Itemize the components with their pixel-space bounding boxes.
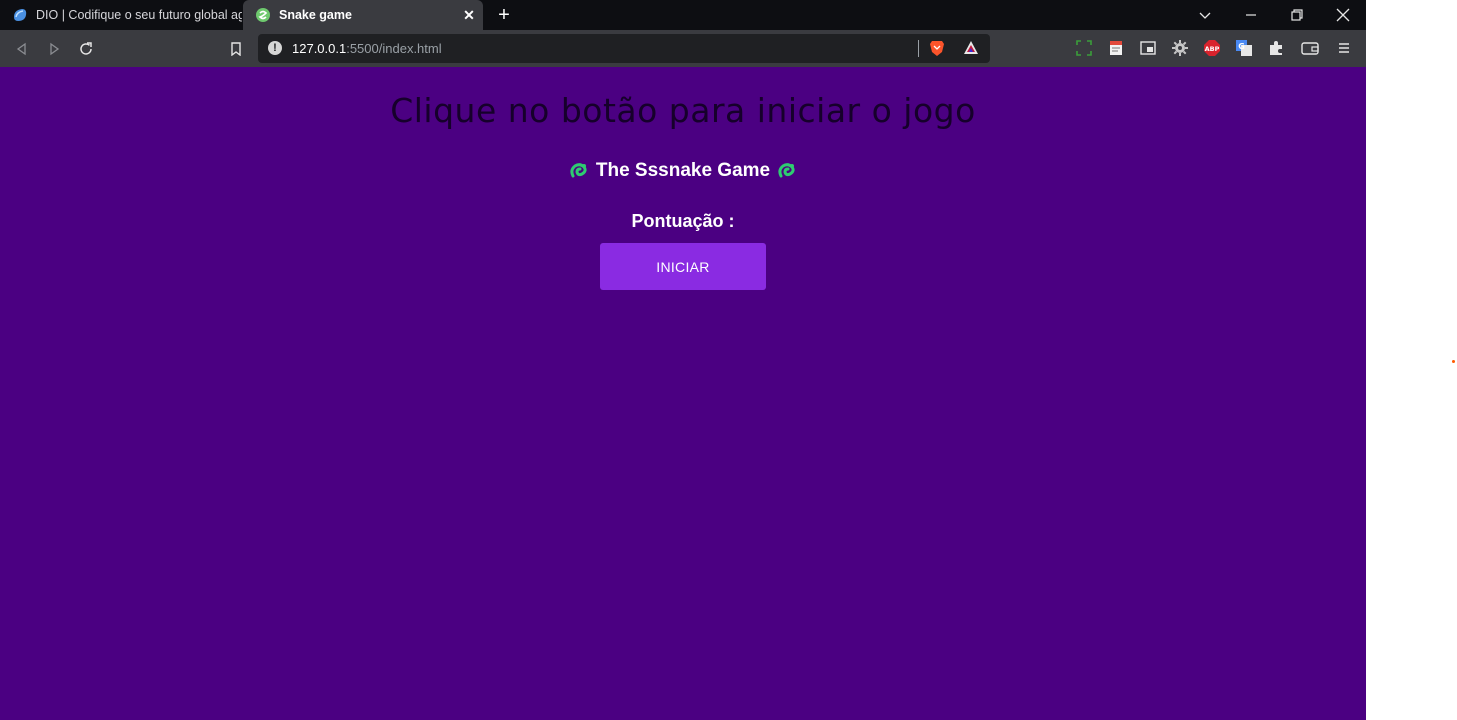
orange-dot bbox=[1452, 360, 1455, 363]
adblock-plus-icon[interactable]: ABP bbox=[1203, 39, 1221, 57]
dio-icon bbox=[12, 7, 28, 23]
reload-icon[interactable] bbox=[76, 39, 96, 59]
minimize-icon[interactable] bbox=[1229, 0, 1273, 30]
notes-extension-icon[interactable] bbox=[1107, 39, 1125, 57]
tab-dio[interactable]: DIO | Codifique o seu futuro global ag bbox=[0, 0, 242, 30]
snake-emoji-icon bbox=[569, 161, 589, 181]
extensions-puzzle-icon[interactable] bbox=[1267, 39, 1285, 57]
address-bar[interactable]: ! 127.0.0.1:5500/index.html bbox=[258, 34, 990, 63]
score-label: Pontuação : bbox=[631, 211, 735, 231]
picture-in-picture-icon[interactable] bbox=[1139, 39, 1157, 57]
brave-shields-icon[interactable] bbox=[928, 39, 946, 57]
url-divider bbox=[918, 40, 919, 57]
tab-title: DIO | Codifique o seu futuro global ag bbox=[36, 8, 242, 22]
close-window-icon[interactable] bbox=[1321, 0, 1365, 30]
snake-emoji-icon bbox=[777, 161, 797, 181]
page-content: Clique no botão para iniciar o jogo The … bbox=[0, 67, 1366, 720]
tab-strip: DIO | Codifique o seu futuro global ag S… bbox=[0, 0, 1366, 30]
wallet-icon[interactable] bbox=[1301, 39, 1319, 57]
browser-toolbar: ! 127.0.0.1:5500/index.html ABP G bbox=[0, 30, 1366, 67]
screenshot-extension-icon[interactable] bbox=[1075, 39, 1093, 57]
snake-favicon bbox=[255, 7, 271, 23]
site-info-icon[interactable]: ! bbox=[268, 41, 282, 55]
start-button[interactable]: INICIAR bbox=[600, 243, 766, 290]
brave-rewards-icon[interactable] bbox=[962, 39, 980, 57]
tab-title: Snake game bbox=[279, 8, 352, 22]
tab-snake-game[interactable]: Snake game ✕ bbox=[243, 0, 483, 30]
game-title: The Sssnake Game bbox=[0, 160, 1366, 182]
menu-hamburger-icon[interactable] bbox=[1335, 39, 1353, 57]
settings-gear-icon[interactable] bbox=[1171, 39, 1189, 57]
game-title-text: The Sssnake Game bbox=[595, 160, 771, 181]
new-tab-icon[interactable]: + bbox=[494, 5, 514, 25]
back-icon[interactable] bbox=[12, 39, 32, 59]
url-text[interactable]: 127.0.0.1:5500/index.html bbox=[292, 41, 442, 56]
svg-text:G: G bbox=[1238, 42, 1245, 51]
close-tab-icon[interactable]: ✕ bbox=[461, 7, 477, 23]
svg-text:ABP: ABP bbox=[1205, 45, 1220, 53]
forward-icon[interactable] bbox=[44, 39, 64, 59]
browser-window: DIO | Codifique o seu futuro global ag S… bbox=[0, 0, 1366, 720]
page-heading: Clique no botão para iniciar o jogo bbox=[390, 91, 976, 130]
restore-icon[interactable] bbox=[1275, 0, 1319, 30]
tab-search-icon[interactable] bbox=[1183, 0, 1227, 30]
google-translate-icon[interactable]: G bbox=[1235, 39, 1253, 57]
bookmark-icon[interactable] bbox=[226, 39, 246, 59]
